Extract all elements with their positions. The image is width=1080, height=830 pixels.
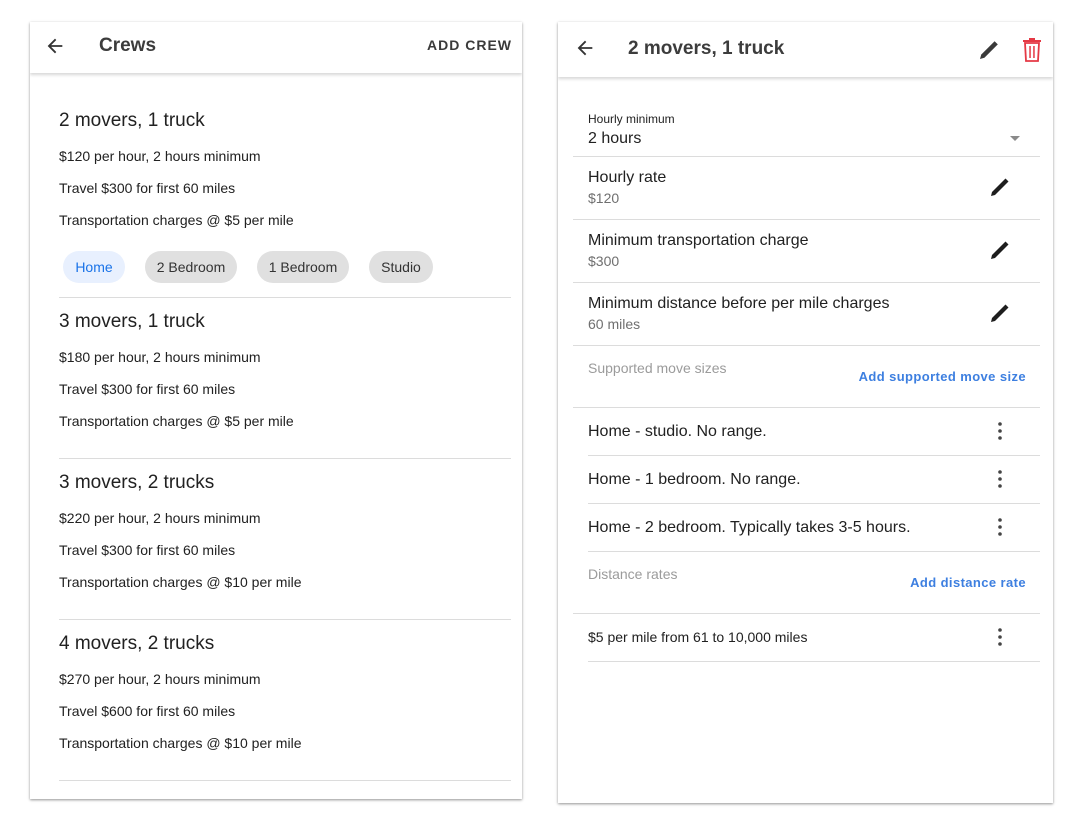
pencil-icon: [991, 241, 1009, 259]
dropdown-arrow-icon[interactable]: [1010, 136, 1020, 141]
divider: [59, 780, 511, 781]
divider: [588, 503, 1040, 504]
crew-detail-panel: 2 movers, 1 truck Hourly minimum 2 hours…: [558, 22, 1053, 803]
min-distance-value: 60 miles: [588, 316, 641, 332]
edit-min-distance-button[interactable]: [987, 300, 1013, 326]
chip-home[interactable]: Home: [63, 251, 125, 283]
more-vert-icon: [998, 422, 1002, 440]
edit-button[interactable]: [975, 36, 1003, 64]
crew-rate: $220 per hour, 2 hours minimum: [59, 510, 261, 526]
min-transport-charge-title: Minimum transportation charge: [588, 232, 809, 249]
chip-2-bedroom[interactable]: 2 Bedroom: [145, 251, 237, 283]
more-options-button[interactable]: [990, 625, 1010, 649]
divider: [573, 407, 1040, 408]
hourly-rate-value: $120: [588, 190, 620, 206]
edit-hourly-rate-button[interactable]: [987, 174, 1013, 200]
more-options-button[interactable]: [990, 419, 1010, 443]
crew-transport: Transportation charges @ $10 per mile: [59, 735, 302, 751]
more-options-button[interactable]: [990, 467, 1010, 491]
divider: [59, 619, 511, 620]
hourly-rate-title: Hourly rate: [588, 169, 667, 186]
chip-1-bedroom[interactable]: 1 Bedroom: [257, 251, 349, 283]
divider: [59, 297, 511, 298]
divider: [59, 458, 511, 459]
min-transport-charge-value: $300: [588, 253, 620, 269]
back-button[interactable]: [40, 31, 70, 61]
add-crew-button[interactable]: ADD CREW: [427, 37, 512, 53]
pencil-icon: [991, 178, 1009, 196]
move-sizes-label: Supported move sizes: [588, 360, 727, 376]
divider: [573, 219, 1040, 220]
trash-icon: [1023, 38, 1041, 62]
crew-travel: Travel $300 for first 60 miles: [59, 542, 236, 558]
crew-rate: $180 per hour, 2 hours minimum: [59, 349, 261, 365]
detail-app-bar: 2 movers, 1 truck: [558, 22, 1053, 77]
distance-rates-label: Distance rates: [588, 566, 678, 582]
arrow-back-icon: [577, 40, 593, 56]
hourly-minimum-value: 2 hours: [588, 130, 642, 147]
crew-title: 2 movers, 1 truck: [59, 110, 205, 131]
edit-min-transport-charge-button[interactable]: [987, 237, 1013, 263]
move-size-item: Home - 1 bedroom. No range.: [588, 471, 801, 488]
crew-travel: Travel $600 for first 60 miles: [59, 703, 236, 719]
crews-panel: Crews ADD CREW 2 movers, 1 truck $120 pe…: [30, 22, 522, 799]
crew-transport: Transportation charges @ $5 per mile: [59, 413, 294, 429]
move-size-item: Home - studio. No range.: [588, 423, 767, 440]
crew-rate: $270 per hour, 2 hours minimum: [59, 671, 261, 687]
crew-title: 4 movers, 2 trucks: [59, 633, 215, 654]
divider: [588, 551, 1040, 552]
crew-title: 3 movers, 1 truck: [59, 311, 205, 332]
min-distance-title: Minimum distance before per mile charges: [588, 295, 890, 312]
crew-title: 3 movers, 2 trucks: [59, 472, 215, 493]
more-vert-icon: [998, 518, 1002, 536]
crew-travel: Travel $300 for first 60 miles: [59, 180, 236, 196]
delete-button[interactable]: [1021, 37, 1043, 63]
add-distance-rate-button[interactable]: Add distance rate: [910, 575, 1026, 590]
divider: [588, 455, 1040, 456]
divider: [573, 156, 1040, 157]
hourly-minimum-label: Hourly minimum: [588, 112, 675, 126]
divider: [573, 282, 1040, 283]
move-size-item: Home - 2 bedroom. Typically takes 3-5 ho…: [588, 519, 911, 536]
pencil-icon: [980, 41, 998, 59]
more-vert-icon: [998, 470, 1002, 488]
divider: [588, 661, 1040, 662]
pencil-icon: [991, 304, 1009, 322]
divider: [573, 613, 1040, 614]
crew-transport: Transportation charges @ $5 per mile: [59, 212, 294, 228]
crew-transport: Transportation charges @ $10 per mile: [59, 574, 302, 590]
arrow-back-icon: [47, 38, 63, 54]
back-button[interactable]: [570, 33, 600, 63]
chip-studio[interactable]: Studio: [369, 251, 433, 283]
page-title: Crews: [99, 35, 157, 56]
page-title: 2 movers, 1 truck: [628, 38, 785, 59]
crew-rate: $120 per hour, 2 hours minimum: [59, 148, 261, 164]
more-options-button[interactable]: [990, 515, 1010, 539]
more-vert-icon: [998, 628, 1002, 646]
add-move-size-button[interactable]: Add supported move size: [859, 369, 1026, 384]
divider: [573, 345, 1040, 346]
crew-travel: Travel $300 for first 60 miles: [59, 381, 236, 397]
crews-app-bar: Crews ADD CREW: [30, 22, 522, 73]
distance-rate-item: $5 per mile from 61 to 10,000 miles: [588, 629, 808, 645]
